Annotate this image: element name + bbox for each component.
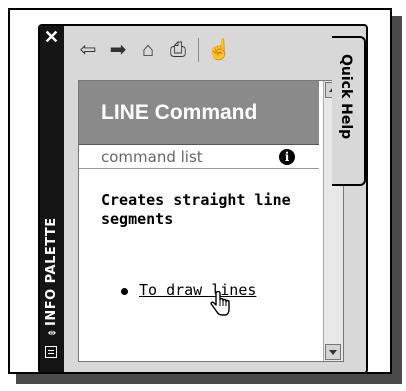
toolbar: ⇦ ➡ ⌂ ⎙ ☝ [76,36,231,64]
help-title: LINE Command [101,101,258,124]
properties-icon[interactable] [45,346,57,358]
back-arrow-icon[interactable]: ⇦ [76,38,100,62]
toolbar-separator [198,38,199,62]
command-list-label[interactable]: command list [101,148,203,166]
scroll-down-button[interactable] [325,344,341,360]
home-icon[interactable]: ⌂ [136,38,160,62]
help-header: LINE Command [79,81,319,145]
palette-titlebar[interactable]: ✕ INFO PALETTE ⇹ [40,26,64,372]
info-palette-window: ✕ INFO PALETTE ⇹ ⇦ ➡ ⌂ ⎙ ☝ LINE Command … [38,24,368,374]
tab-quick-help-label[interactable]: Quick Help [338,54,354,139]
auto-hide-icon[interactable]: ⇹ [45,328,59,340]
tab-quick-help[interactable]: Quick Help [332,36,366,186]
print-icon[interactable]: ⎙ [166,38,190,62]
bullet-icon [121,288,128,295]
info-icon[interactable]: i [279,149,295,165]
forward-arrow-icon[interactable]: ➡ [106,38,130,62]
draw-lines-link[interactable]: To draw lines [139,281,256,299]
screenshot-frame: ✕ INFO PALETTE ⇹ ⇦ ➡ ⌂ ⎙ ☝ LINE Command … [8,8,392,374]
palette-title-text: INFO PALETTE [44,217,59,326]
hand-cursor-icon [209,290,231,322]
command-description: Creates straight line segments [101,191,291,228]
command-list-bar[interactable]: command list i [79,145,319,169]
help-content-panel: LINE Command command list i Creates stra… [78,80,344,362]
close-icon[interactable]: ✕ [44,28,59,46]
lock-hand-icon[interactable]: ☝ [207,38,232,62]
